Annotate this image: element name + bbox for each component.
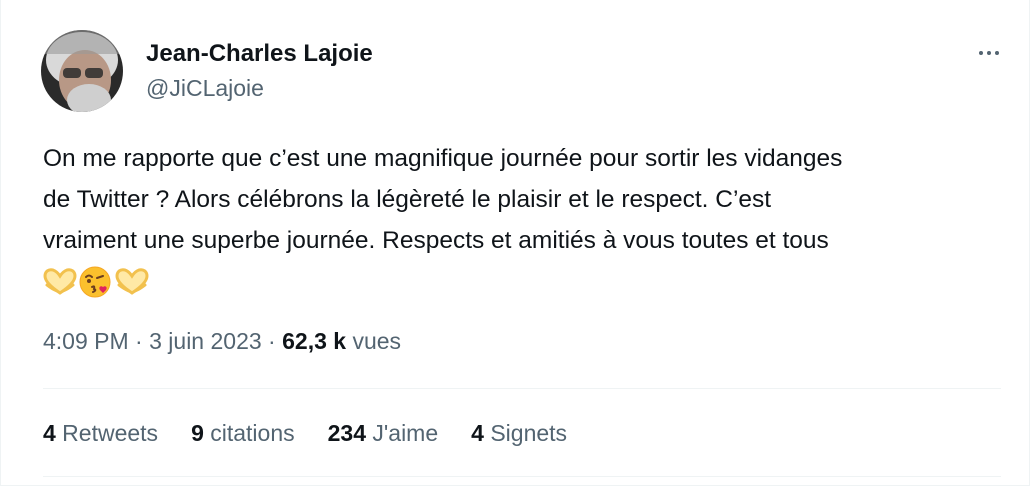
tweet-meta: 4:09 PM · 3 juin 2023 · 62,3 k vues (43, 328, 401, 355)
tweet-text-line: de Twitter ? Alors célébrons la légèreté… (43, 186, 772, 213)
heart-hands-emoji (43, 268, 77, 295)
likes-label: J'aime (366, 420, 439, 446)
likes-count: 234 (327, 420, 366, 446)
author-name[interactable]: Jean-Charles Lajoie (146, 40, 373, 68)
quotes-label: citations (203, 420, 295, 446)
emoji-row (43, 262, 151, 302)
divider (43, 388, 1001, 389)
quotes-count: 9 (191, 420, 204, 446)
bookmarks-label: Signets (483, 420, 568, 446)
views-label: vues (346, 328, 402, 354)
tweet-text-line: On me rapporte que c’est une magnifique … (43, 145, 843, 172)
tweet-date[interactable]: 3 juin 2023 (149, 328, 262, 354)
divider (43, 476, 1001, 477)
tweet-text-line: vraiment une superbe journée. Respects e… (43, 227, 829, 254)
kissing-winking-emoji (79, 266, 111, 298)
retweets-count: 4 (43, 420, 56, 446)
retweets-label: Retweets (55, 420, 159, 446)
more-options-button[interactable] (967, 38, 1011, 68)
quotes-stat[interactable]: 9 citations (191, 420, 295, 447)
heart-hands-emoji (115, 268, 149, 295)
meta-separator: · (261, 328, 283, 354)
views-count: 62,3 k (282, 328, 347, 354)
tweet-time[interactable]: 4:09 PM (43, 328, 129, 354)
avatar-image (41, 30, 123, 112)
tweet-card: Jean-Charles Lajoie @JiCLajoie On me rap… (0, 0, 1030, 486)
bookmarks-stat[interactable]: 4 Signets (471, 420, 567, 447)
tweet-text: On me rapporte que c’est une magnifique … (43, 138, 1003, 261)
more-horizontal-icon (977, 51, 1001, 55)
retweets-stat[interactable]: 4 Retweets (43, 420, 158, 447)
avatar[interactable] (41, 30, 123, 112)
tweet-stats: 4 Retweets 9 citations 234 J'aime 4 Sign… (43, 420, 600, 447)
bookmarks-count: 4 (471, 420, 484, 446)
author-handle[interactable]: @JiCLajoie (146, 75, 264, 102)
meta-separator: · (128, 328, 150, 354)
likes-stat[interactable]: 234 J'aime (328, 420, 439, 447)
